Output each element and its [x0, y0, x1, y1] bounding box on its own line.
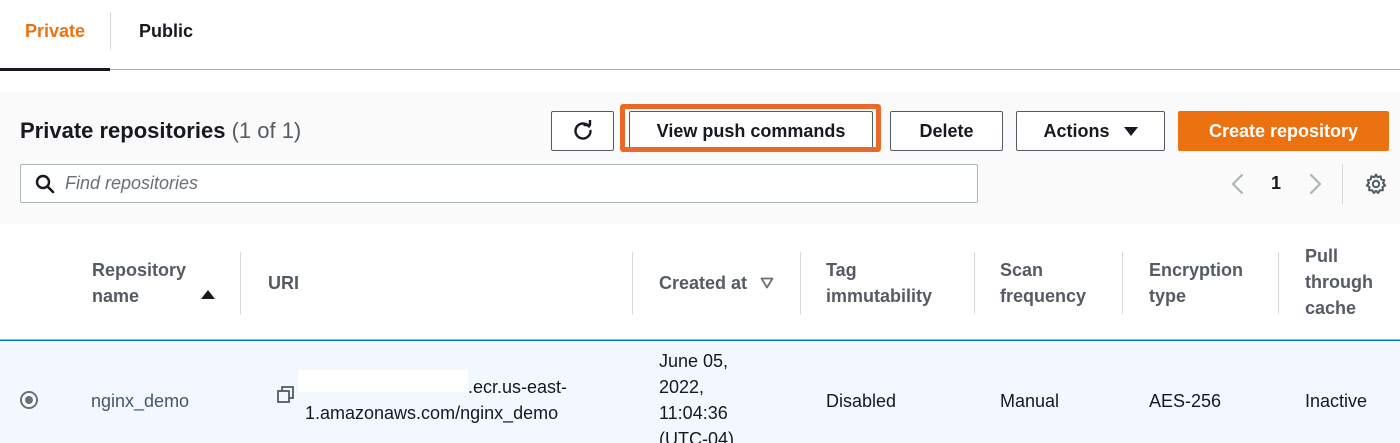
column-header-created-at[interactable]: Created at	[659, 270, 747, 296]
create-repository-button[interactable]: Create repository	[1178, 111, 1389, 151]
page-title: Private repositories (1 of 1)	[20, 118, 301, 144]
search-icon	[35, 174, 55, 194]
tag-immutability-value: Disabled	[826, 391, 897, 411]
column-header-scan-frequency[interactable]: Scan frequency	[1000, 257, 1086, 309]
repository-tabs: Private Public	[0, 0, 1400, 71]
column-divider	[240, 252, 241, 314]
refresh-button[interactable]	[551, 111, 614, 151]
created-at-value: June 05, 2022, 11:04:36 (UTC-04)	[659, 351, 734, 443]
sort-descending-icon[interactable]	[760, 277, 774, 289]
tab-public[interactable]: Public	[111, 0, 221, 69]
encryption-type-value: AES-256	[1149, 391, 1222, 411]
column-divider	[800, 252, 801, 314]
row-select-radio[interactable]	[20, 391, 38, 409]
pagination-divider	[1342, 164, 1343, 204]
column-divider	[632, 252, 633, 314]
search-box	[20, 164, 978, 203]
refresh-icon	[573, 120, 592, 140]
actions-label: Actions	[1043, 120, 1110, 141]
column-header-pull-through-cache[interactable]: Pull through cache	[1305, 243, 1373, 321]
column-header-encryption-type[interactable]: Encryption type	[1149, 257, 1243, 309]
column-divider	[974, 252, 975, 314]
column-divider	[1122, 252, 1123, 314]
copy-icon[interactable]	[276, 385, 296, 405]
uri-text-line2: 1.amazonaws.com/nginx_demo	[305, 403, 559, 423]
previous-page-icon[interactable]	[1228, 172, 1248, 196]
scan-frequency-value: Manual	[1000, 391, 1060, 411]
pull-through-cache-value: Inactive	[1305, 391, 1368, 411]
actions-dropdown[interactable]: Actions	[1016, 111, 1165, 151]
repository-name-link[interactable]: nginx_demo	[91, 388, 189, 414]
column-divider	[1278, 252, 1279, 314]
repository-count: (1 of 1)	[231, 118, 302, 143]
search-input[interactable]	[65, 169, 965, 198]
current-page-number[interactable]: 1	[1262, 173, 1290, 194]
redacted-account-id	[298, 370, 468, 392]
view-push-commands-button[interactable]: View push commands	[629, 111, 873, 151]
column-header-tag-immutability[interactable]: Tag immutability	[826, 257, 932, 309]
delete-button[interactable]: Delete	[890, 111, 1003, 151]
sort-ascending-icon[interactable]	[201, 290, 215, 299]
tab-private[interactable]: Private	[0, 0, 110, 69]
column-header-uri[interactable]: URI	[268, 270, 299, 296]
page-title-text: Private repositories	[20, 118, 226, 143]
uri-text-line1: .ecr.us-east-	[468, 377, 568, 397]
column-header-repository-name[interactable]: Repository name	[92, 257, 186, 309]
caret-down-icon	[1123, 126, 1138, 136]
gear-icon[interactable]	[1364, 172, 1388, 196]
active-tab-indicator	[0, 68, 110, 71]
next-page-icon[interactable]	[1305, 172, 1325, 196]
